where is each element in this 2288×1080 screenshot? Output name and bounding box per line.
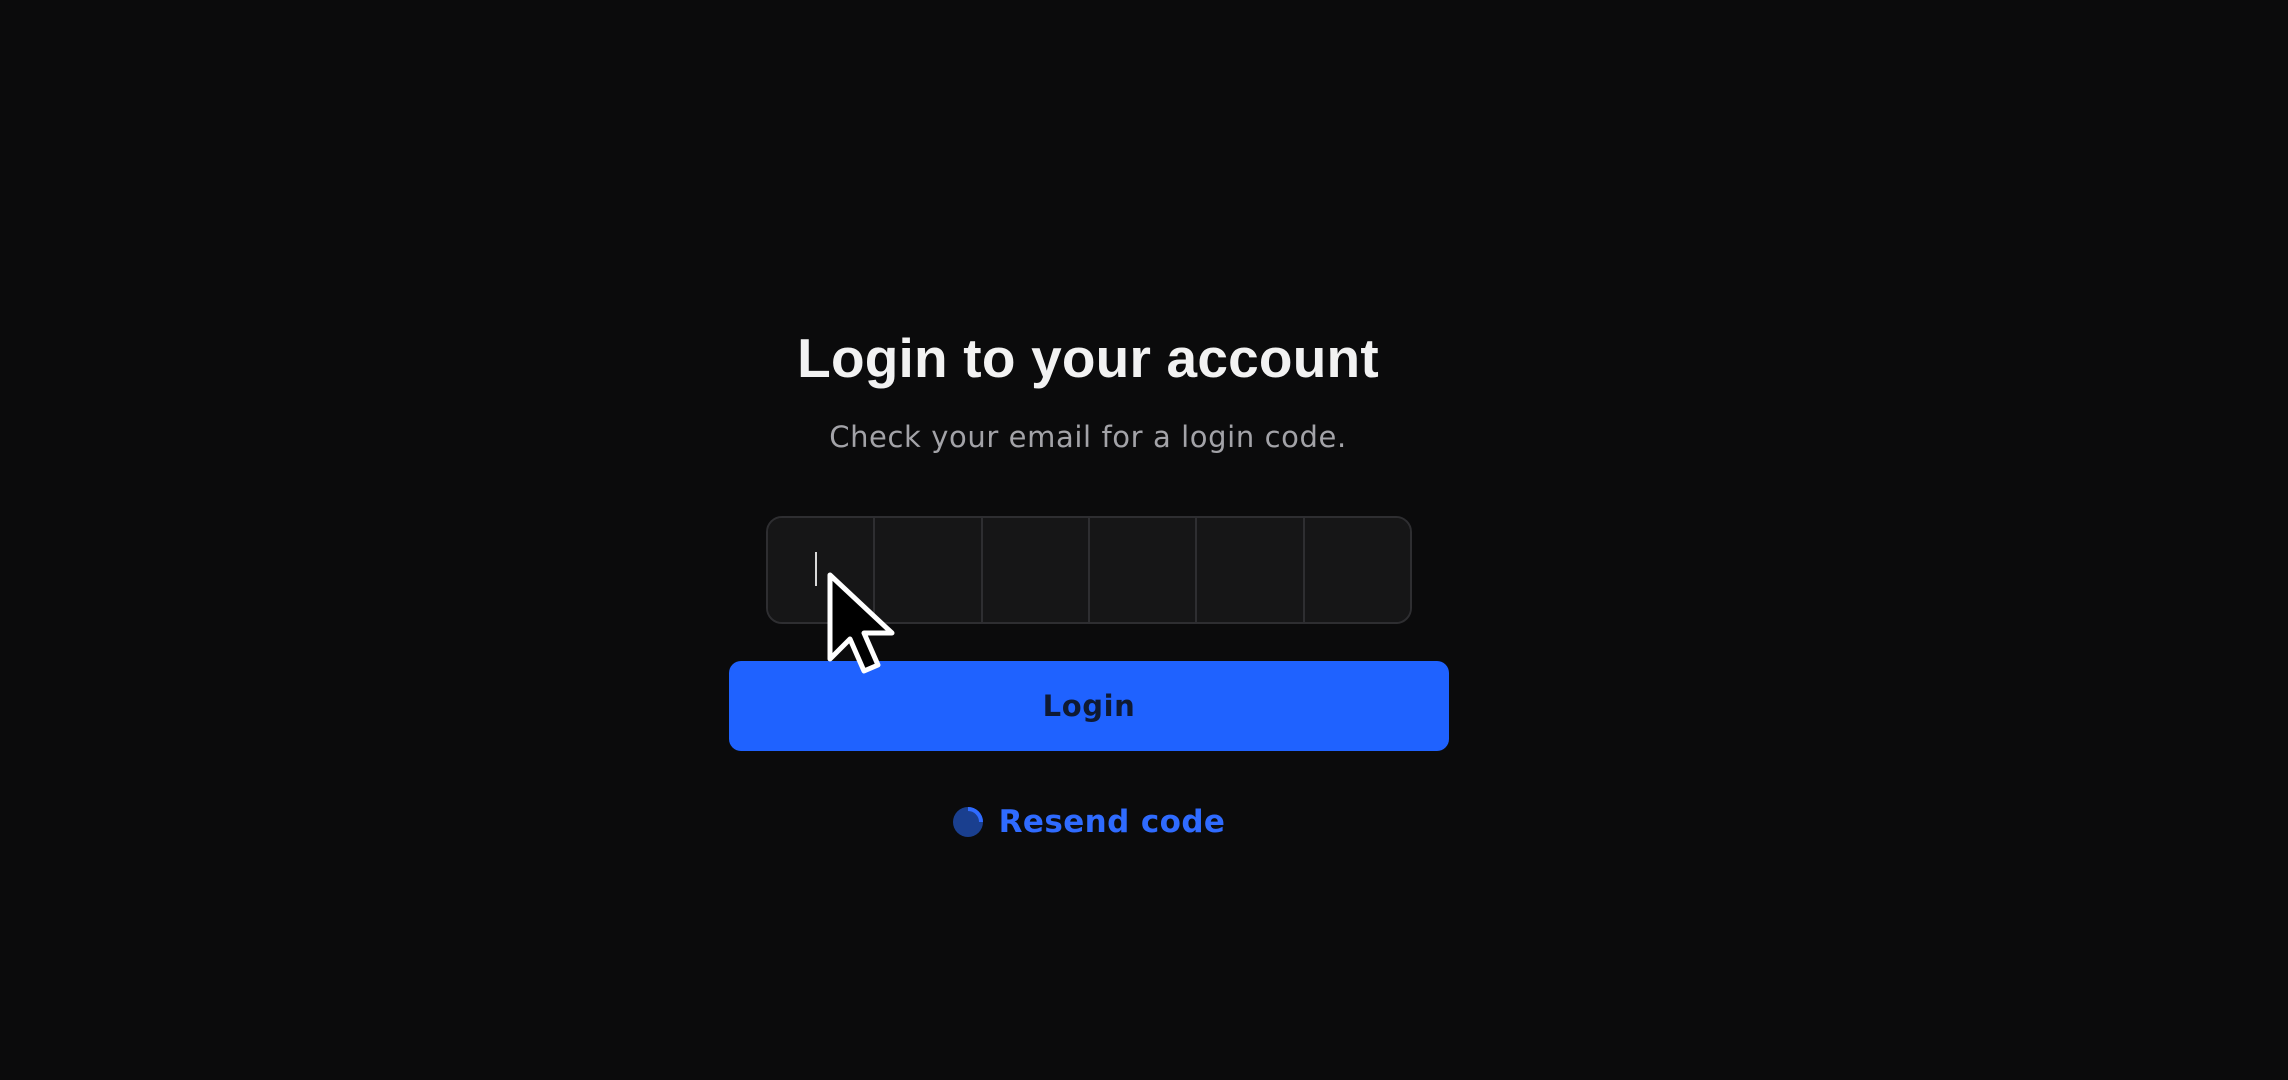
login-screen: Login to your account Check your email f… bbox=[0, 0, 2288, 1080]
resend-code-button[interactable]: Resend code bbox=[0, 800, 2176, 844]
otp-digit-3[interactable] bbox=[982, 518, 1090, 622]
otp-digit-6[interactable] bbox=[1304, 518, 1410, 622]
page-title: Login to your account bbox=[797, 327, 1379, 389]
resend-code-label: Resend code bbox=[998, 804, 1226, 840]
mouse-pointer-icon bbox=[827, 572, 895, 674]
refresh-circle-icon bbox=[952, 807, 983, 837]
otp-digit-5[interactable] bbox=[1197, 518, 1305, 622]
otp-digit-4[interactable] bbox=[1089, 518, 1198, 622]
page-subtitle: Check your email for a login code. bbox=[829, 420, 1347, 454]
text-caret bbox=[815, 552, 817, 586]
